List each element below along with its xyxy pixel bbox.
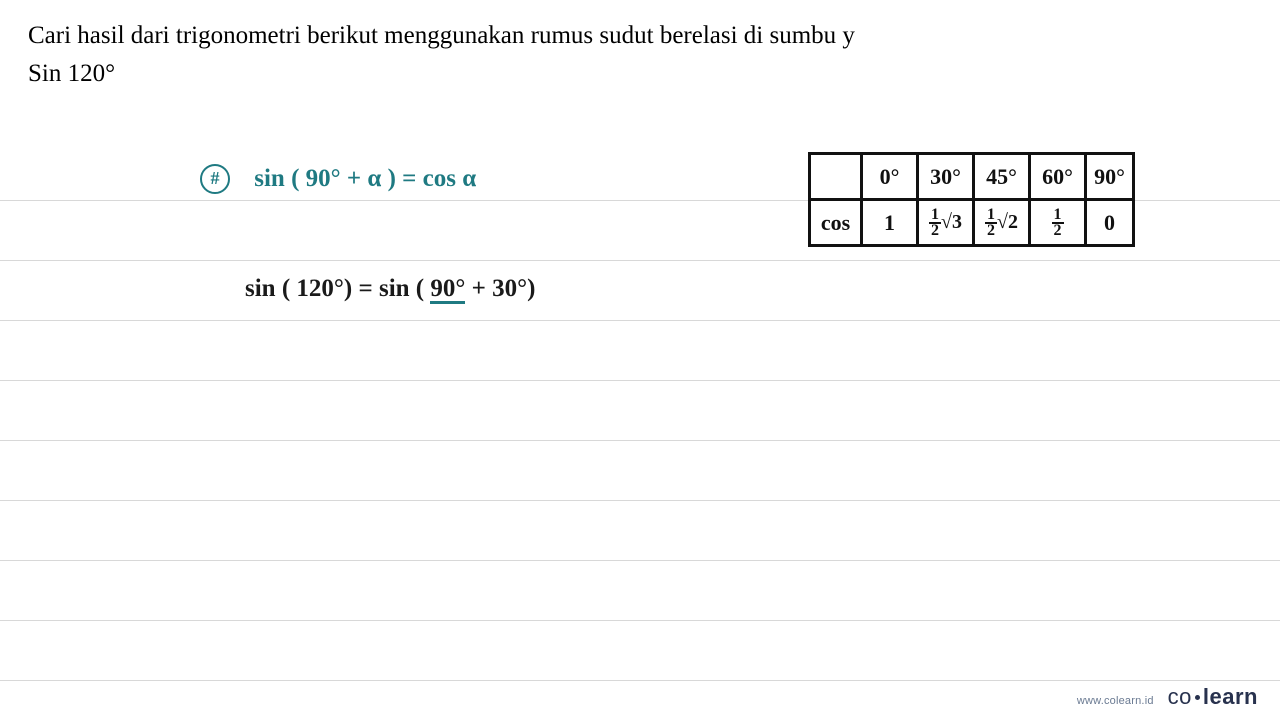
ruled-line (0, 620, 1280, 621)
brand-dot-icon (1195, 695, 1200, 700)
question-text-line1: Cari hasil dari trigonometri berikut men… (28, 22, 1252, 50)
formula-identity: # sin ( 90° + α ) = cos α (200, 165, 476, 196)
calc-underlined: 90° (430, 278, 465, 304)
question-text-line2: Sin 120° (28, 60, 1252, 88)
table-func-label: cos (810, 200, 862, 246)
brand-learn: learn (1203, 684, 1258, 709)
table-value-90: 0 (1086, 200, 1134, 246)
brand-logo: colearn (1168, 684, 1258, 710)
ruled-line (0, 260, 1280, 261)
ruled-line (0, 320, 1280, 321)
footer-branding: www.colearn.id colearn (1077, 684, 1258, 710)
table-value-45: 12√2 (974, 200, 1030, 246)
table-header-0: 0° (862, 154, 918, 200)
ruled-line (0, 560, 1280, 561)
table-header-30: 30° (918, 154, 974, 200)
question-block: Cari hasil dari trigonometri berikut men… (0, 0, 1280, 96)
hash-marker-icon: # (200, 164, 230, 194)
calculation-line: sin ( 120°) = sin ( 90° + 30°) (245, 275, 535, 304)
table-header-60: 60° (1030, 154, 1086, 200)
table-value-60: 12 (1030, 200, 1086, 246)
table-value-30: 12√3 (918, 200, 974, 246)
table-value-row: cos 1 12√3 12√2 12 0 (810, 200, 1134, 246)
calc-prefix: sin ( 120°) = sin ( (245, 275, 430, 302)
table-header-row: 0° 30° 45° 60° 90° (810, 154, 1134, 200)
calc-suffix: + 30°) (465, 275, 535, 302)
formula-text: sin ( 90° + α ) = cos α (254, 165, 476, 192)
lined-paper-area: # sin ( 90° + α ) = cos α sin ( 120°) = … (0, 160, 1280, 690)
table-cell-empty (810, 154, 862, 200)
cosine-value-table: 0° 30° 45° 60° 90° cos 1 12√3 12√2 12 0 (808, 152, 1135, 247)
ruled-line (0, 380, 1280, 381)
brand-co: co (1168, 684, 1192, 709)
table-header-45: 45° (974, 154, 1030, 200)
site-url: www.colearn.id (1077, 695, 1154, 707)
table-header-90: 90° (1086, 154, 1134, 200)
ruled-line (0, 680, 1280, 681)
table-value-0: 1 (862, 200, 918, 246)
ruled-line (0, 440, 1280, 441)
ruled-line (0, 500, 1280, 501)
